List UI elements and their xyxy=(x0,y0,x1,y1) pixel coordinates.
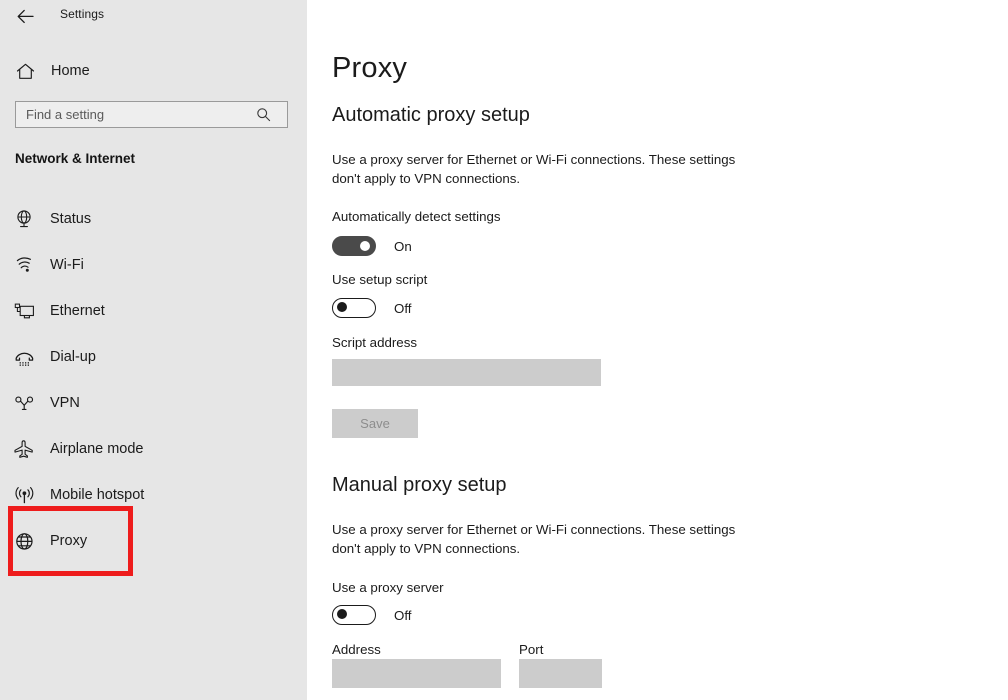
use-proxy-server-label: Use a proxy server xyxy=(332,580,444,595)
port-label: Port xyxy=(519,642,544,657)
broadcast-antenna-icon xyxy=(11,482,37,508)
sidebar-item-mobile-hotspot[interactable]: Mobile hotspot xyxy=(0,472,290,518)
wifi-icon xyxy=(11,252,37,278)
use-proxy-server-state: Off xyxy=(394,607,412,623)
sidebar-item-ethernet-label: Ethernet xyxy=(50,303,105,319)
automatic-proxy-heading: Automatic proxy setup xyxy=(332,104,530,126)
use-proxy-server-toggle-row[interactable]: Off xyxy=(332,605,412,625)
port-input[interactable] xyxy=(519,659,602,688)
sidebar-item-status-label: Status xyxy=(50,211,92,227)
monitor-ethernet-icon xyxy=(11,298,37,324)
page-title: Proxy xyxy=(332,52,408,84)
auto-detect-state: On xyxy=(394,238,412,254)
vpn-icon xyxy=(11,390,37,416)
sidebar-item-proxy[interactable]: Proxy xyxy=(0,518,290,564)
sidebar-item-home[interactable]: Home xyxy=(0,56,290,86)
sidebar-item-dialup-label: Dial-up xyxy=(50,349,96,365)
auto-detect-label: Automatically detect settings xyxy=(332,209,501,224)
sidebar-item-proxy-label: Proxy xyxy=(50,533,88,549)
title-bar: Settings xyxy=(0,0,307,32)
sidebar-group-title: Network & Internet xyxy=(15,151,136,166)
address-input[interactable] xyxy=(332,659,501,688)
settings-window: Settings Home Network & Internet xyxy=(0,0,1008,700)
sidebar-nav: Status Wi-Fi Ethernet Dial-up VPN Airpla… xyxy=(0,196,307,564)
address-label: Address xyxy=(332,642,381,657)
script-address-label: Script address xyxy=(332,335,417,350)
sidebar: Settings Home Network & Internet xyxy=(0,0,307,700)
manual-proxy-heading: Manual proxy setup xyxy=(332,474,507,496)
setup-script-state: Off xyxy=(394,300,412,316)
search-box[interactable] xyxy=(15,101,288,128)
globe-status-icon xyxy=(11,206,37,232)
sidebar-item-home-label: Home xyxy=(51,63,90,79)
sidebar-item-mobile-hotspot-label: Mobile hotspot xyxy=(50,487,145,503)
automatic-proxy-description: Use a proxy server for Ethernet or Wi-Fi… xyxy=(332,152,736,186)
phone-handset-icon xyxy=(11,344,37,370)
home-icon xyxy=(14,60,36,82)
auto-detect-toggle-row[interactable]: On xyxy=(332,236,412,256)
script-address-input[interactable] xyxy=(332,359,601,386)
sidebar-item-wifi-label: Wi-Fi xyxy=(50,257,84,273)
main-content: Proxy Automatic proxy setup Use a proxy … xyxy=(307,0,1008,700)
sidebar-item-vpn[interactable]: VPN xyxy=(0,380,290,426)
search-icon[interactable] xyxy=(251,102,275,127)
app-title: Settings xyxy=(60,7,105,21)
sidebar-item-airplane-mode[interactable]: Airplane mode xyxy=(0,426,290,472)
airplane-icon xyxy=(11,436,37,462)
sidebar-item-status[interactable]: Status xyxy=(0,196,290,242)
manual-proxy-description: Use a proxy server for Ethernet or Wi-Fi… xyxy=(332,522,736,556)
search-input[interactable] xyxy=(16,102,251,127)
save-button[interactable]: Save xyxy=(332,409,418,438)
sidebar-item-dialup[interactable]: Dial-up xyxy=(0,334,290,380)
auto-detect-toggle[interactable] xyxy=(332,236,376,256)
use-proxy-server-toggle[interactable] xyxy=(332,605,376,625)
setup-script-label: Use setup script xyxy=(332,272,428,287)
sidebar-item-ethernet[interactable]: Ethernet xyxy=(0,288,290,334)
sidebar-item-airplane-mode-label: Airplane mode xyxy=(50,441,144,457)
sidebar-item-vpn-label: VPN xyxy=(50,395,80,411)
back-arrow-icon[interactable] xyxy=(14,6,36,26)
setup-script-toggle[interactable] xyxy=(332,298,376,318)
globe-proxy-icon xyxy=(11,528,37,554)
sidebar-item-wifi[interactable]: Wi-Fi xyxy=(0,242,290,288)
setup-script-toggle-row[interactable]: Off xyxy=(332,298,412,318)
